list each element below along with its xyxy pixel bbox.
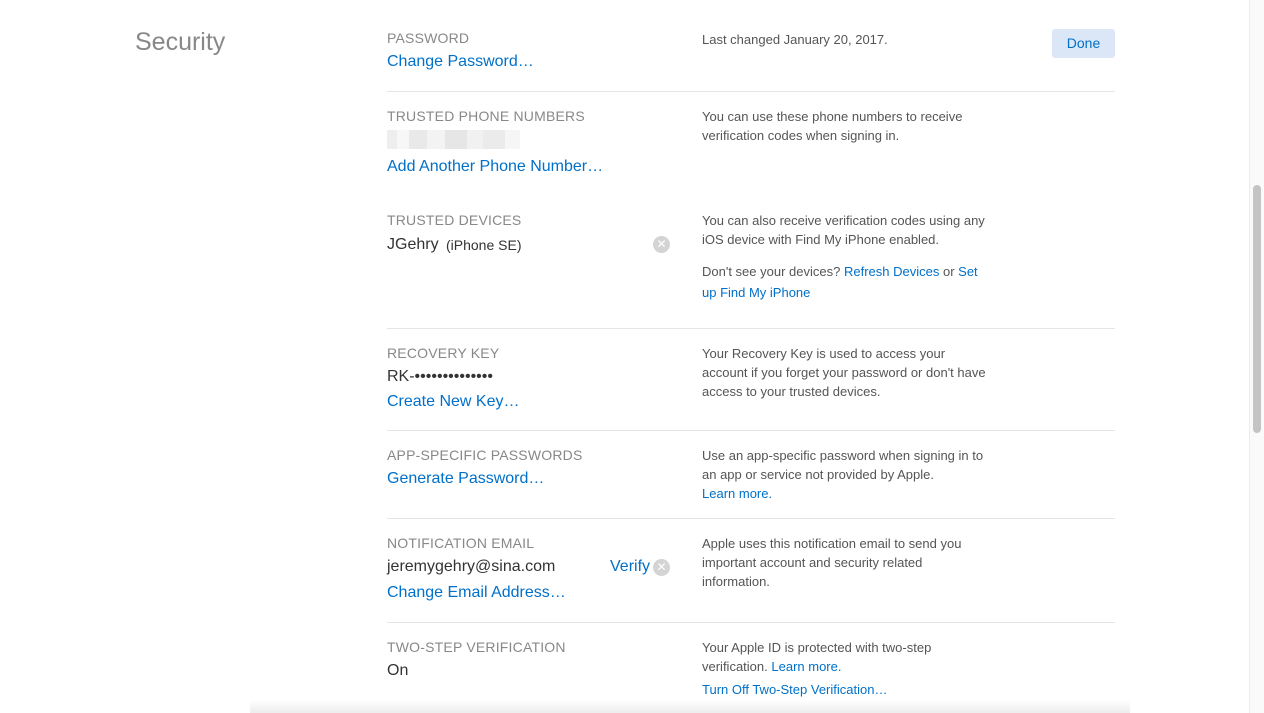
divider	[387, 518, 1115, 519]
devices-help: Don't see your devices? Refresh Devices …	[702, 261, 992, 303]
device-model: (iPhone SE)	[446, 237, 522, 253]
close-circle-icon[interactable]: ✕	[653, 559, 670, 576]
done-button[interactable]: Done	[1052, 29, 1115, 58]
two-step-status: On	[387, 662, 409, 679]
refresh-devices-link[interactable]: Refresh Devices	[844, 264, 939, 279]
password-last-changed: Last changed January 20, 2017.	[702, 32, 888, 47]
divider	[387, 328, 1115, 329]
divider	[387, 91, 1115, 92]
notification-email-description: Apple uses this notification email to se…	[702, 536, 962, 589]
recovery-key-description: Your Recovery Key is used to access your…	[702, 346, 986, 399]
scrollbar-thumb[interactable]	[1253, 185, 1261, 433]
two-step-description: Your Apple ID is protected with two-step…	[702, 638, 992, 676]
recovery-key-label: RECOVERY KEY	[387, 345, 500, 361]
trusted-devices-label: TRUSTED DEVICES	[387, 212, 522, 228]
password-label: PASSWORD	[387, 30, 470, 46]
turn-off-two-step-wrap: Turn Off Two-Step Verification…	[702, 680, 992, 699]
recovery-key-value: RK-••••••••••••••	[387, 368, 493, 385]
close-circle-icon[interactable]: ✕	[653, 236, 670, 253]
divider	[387, 430, 1115, 431]
change-email-address-link[interactable]: Change Email Address…	[387, 584, 566, 602]
change-password-link[interactable]: Change Password…	[387, 53, 534, 71]
device-name: JGehry	[387, 236, 439, 253]
app-passwords-label: APP-SPECIFIC PASSWORDS	[387, 447, 583, 463]
verify-email-link[interactable]: Verify	[610, 558, 650, 576]
trusted-phones-label: TRUSTED PHONE NUMBERS	[387, 108, 585, 124]
turn-off-two-step-link[interactable]: Turn Off Two-Step Verification…	[702, 682, 887, 697]
or-text: or	[942, 264, 955, 279]
two-step-learn-more-link[interactable]: Learn more.	[771, 659, 841, 674]
generate-password-link[interactable]: Generate Password…	[387, 470, 544, 488]
notification-email-label: NOTIFICATION EMAIL	[387, 535, 535, 551]
app-passwords-text: Use an app-specific password when signin…	[702, 448, 984, 482]
devices-help-prefix: Don't see your devices?	[702, 264, 841, 279]
bottom-shadow	[250, 700, 1130, 713]
divider	[387, 622, 1115, 623]
learn-more-link[interactable]: Learn more.	[702, 486, 772, 501]
two-step-label: TWO-STEP VERIFICATION	[387, 639, 566, 655]
devices-description: You can also receive verification codes …	[702, 213, 985, 247]
section-title: Security	[135, 28, 226, 56]
add-phone-number-link[interactable]: Add Another Phone Number…	[387, 158, 603, 176]
app-passwords-description: Use an app-specific password when signin…	[702, 446, 992, 503]
phones-description: You can use these phone numbers to recei…	[702, 109, 963, 143]
create-new-key-link[interactable]: Create New Key…	[387, 393, 520, 411]
notification-email-value: jeremygehry@sina.com	[387, 558, 556, 575]
redacted-phone-number	[387, 130, 520, 149]
